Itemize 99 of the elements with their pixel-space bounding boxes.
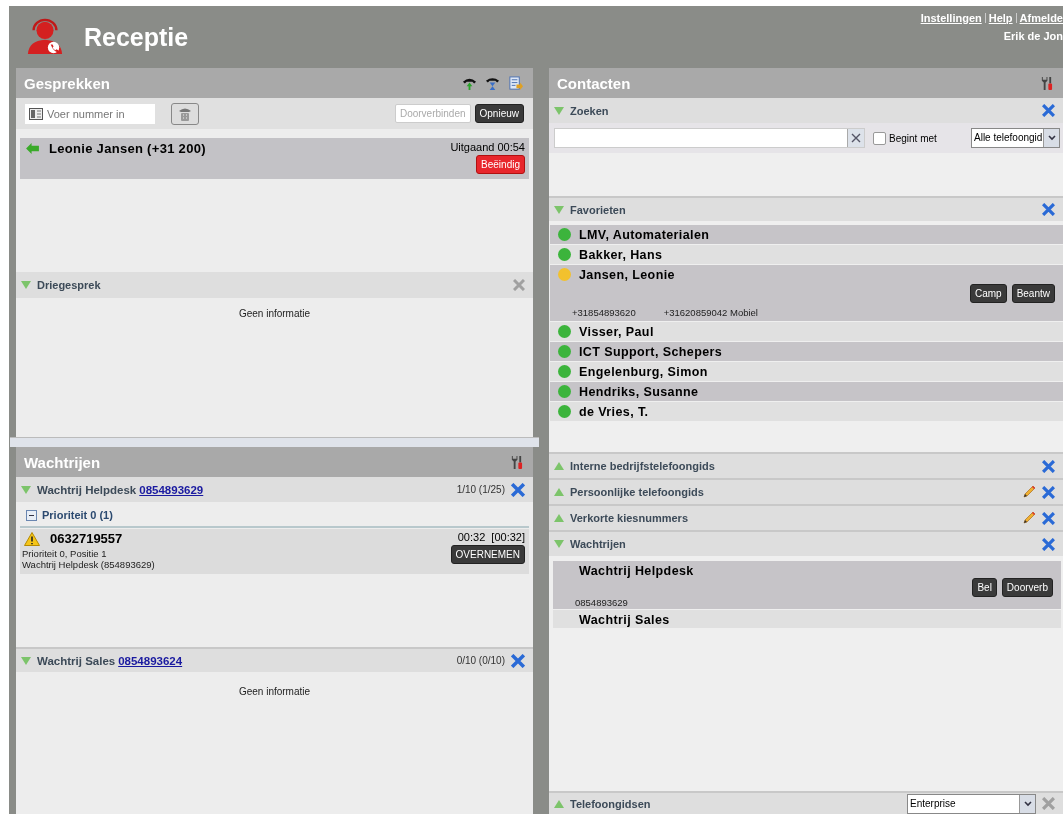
contact-row[interactable]: Jansen, Leonie Camp Beantw +31854893620 +31620859042 Mobiel bbox=[550, 265, 1063, 321]
tools-icon[interactable] bbox=[510, 454, 523, 470]
caller-position: Prioriteit 0, Positie 1 bbox=[22, 548, 108, 559]
section-header[interactable]: Wachtrijen bbox=[549, 530, 1063, 556]
collapse-icon[interactable] bbox=[26, 509, 37, 521]
phone-hourglass-icon[interactable] bbox=[485, 75, 500, 91]
queue-count: 0/10 (0/10) bbox=[456, 655, 505, 666]
contact-name: Hendriks, Susanne bbox=[579, 384, 699, 399]
queue-number-link[interactable]: 0854893624 bbox=[118, 654, 183, 667]
close-icon[interactable] bbox=[1042, 485, 1055, 499]
checkbox[interactable] bbox=[873, 131, 886, 145]
close-icon[interactable] bbox=[511, 482, 525, 497]
contact-row[interactable]: Engelenburg, Simon bbox=[550, 362, 1063, 381]
section-title: Interne bedrijfstelefoongids bbox=[570, 460, 715, 472]
section-header[interactable]: Persoonlijke telefoongids bbox=[549, 478, 1063, 504]
contact-number: +31620859042 Mobiel bbox=[663, 307, 758, 318]
app-title: Receptie bbox=[84, 22, 189, 52]
queue-row[interactable]: Wachtrij Sales bbox=[553, 610, 1061, 628]
contact-name: Engelenburg, Simon bbox=[579, 364, 708, 379]
contact-row[interactable]: LMV, Automaterialen bbox=[550, 225, 1063, 244]
contact-action-button[interactable]: Camp bbox=[969, 284, 1007, 303]
toolbar-button[interactable]: Opnieuw bbox=[474, 104, 524, 123]
caller-number: 0632719557 bbox=[50, 531, 123, 546]
search-field[interactable] bbox=[554, 128, 865, 148]
panel-title: Wachtrijen bbox=[24, 453, 101, 471]
checkbox-label: Begint met bbox=[889, 132, 937, 144]
queue-name: Wachtrij Helpdesk bbox=[578, 564, 695, 578]
contact-name: ICT Support, Schepers bbox=[579, 344, 723, 359]
phonebook-dropdown[interactable]: Alle telefoongid bbox=[971, 128, 1060, 148]
contact-row[interactable]: ICT Support, Schepers bbox=[550, 342, 1063, 361]
splitter-handle[interactable] bbox=[10, 437, 539, 447]
warning-icon bbox=[24, 531, 40, 546]
number-input-field[interactable]: Voer nummer in bbox=[25, 103, 155, 124]
queue-name: Wachtrij Sales bbox=[578, 613, 671, 627]
section-title: Favorieten bbox=[570, 203, 626, 216]
queue-name: Wachtrij Sales bbox=[37, 654, 116, 667]
queue-row[interactable]: Wachtrij Helpdesk Bel Doorverb 0854893629 bbox=[553, 561, 1061, 609]
contact-name: Visser, Paul bbox=[579, 324, 654, 339]
user-name: Erik de Jon bbox=[1003, 30, 1063, 42]
close-icon[interactable] bbox=[1042, 537, 1055, 551]
contact-name: de Vries, T. bbox=[579, 404, 649, 419]
chevron-down-icon bbox=[1023, 800, 1032, 807]
contact-name: Jansen, Leonie bbox=[579, 267, 675, 282]
call-status: Uitgaand 00:54 bbox=[450, 141, 525, 153]
queue-header[interactable]: Wachtrij Sales 0854893624 0/10 (0/10) bbox=[16, 647, 533, 672]
caller-queue: Wachtrij Helpdesk (854893629) bbox=[22, 559, 155, 570]
wait-time: 00:32 [00:32] bbox=[457, 531, 525, 543]
section-title: Telefoongidsen bbox=[570, 797, 651, 810]
caller-name: Leonie Jansen (+31 200) bbox=[49, 141, 206, 156]
contact-row[interactable]: de Vries, T. bbox=[550, 402, 1063, 421]
arrow-left-icon bbox=[26, 143, 39, 154]
queue-number-link[interactable]: 0854893629 bbox=[139, 483, 204, 496]
end-call-button[interactable]: Beëindig bbox=[476, 155, 525, 174]
contact-name: Bakker, Hans bbox=[579, 247, 663, 262]
close-icon[interactable] bbox=[1042, 104, 1055, 117]
section-title: Zoeken bbox=[570, 104, 609, 117]
section-title: Wachtrijen bbox=[570, 538, 626, 550]
queue-count: 1/10 (1/25) bbox=[456, 484, 505, 495]
section-header[interactable]: Telefoongidsen Enterprise bbox=[549, 791, 1063, 814]
panel-title: Contacten bbox=[557, 74, 631, 92]
close-icon[interactable] bbox=[513, 279, 525, 291]
contact-name: LMV, Automaterialen bbox=[579, 227, 710, 242]
close-icon[interactable] bbox=[1042, 797, 1055, 810]
tools-icon[interactable] bbox=[1040, 75, 1053, 91]
close-icon[interactable] bbox=[1042, 459, 1055, 473]
queue-action-button[interactable]: Doorverb bbox=[1001, 578, 1053, 597]
close-icon[interactable] bbox=[1042, 203, 1055, 216]
queue-action-button[interactable]: Bel bbox=[972, 578, 997, 597]
section-title: Driegesprek bbox=[37, 279, 101, 291]
priority-group-label: Prioriteit 0 (1) bbox=[42, 509, 113, 521]
section-header[interactable]: Interne bedrijfstelefoongids bbox=[549, 452, 1063, 478]
clear-icon[interactable] bbox=[851, 133, 861, 143]
chevron-down-icon bbox=[1047, 135, 1056, 141]
phonebook-icon bbox=[29, 107, 43, 120]
contact-row[interactable]: Visser, Paul bbox=[550, 322, 1063, 341]
section-header[interactable]: Driegesprek bbox=[16, 272, 533, 298]
queue-name: Wachtrij Helpdesk bbox=[37, 483, 137, 496]
section-title: Verkorte kiesnummers bbox=[570, 512, 688, 524]
close-icon[interactable] bbox=[1042, 511, 1055, 525]
contact-row[interactable]: Hendriks, Susanne bbox=[550, 382, 1063, 401]
queue-header[interactable]: Wachtrij Helpdesk 0854893629 1/10 (1/25) bbox=[16, 477, 533, 502]
phonebook-dropdown[interactable]: Enterprise bbox=[907, 793, 1036, 814]
receptionist-logo-icon bbox=[26, 18, 64, 56]
dialpad-button[interactable] bbox=[171, 102, 199, 125]
section-title: Persoonlijke telefoongids bbox=[570, 486, 704, 498]
contact-number: +31854893620 bbox=[572, 307, 636, 318]
close-icon[interactable] bbox=[511, 653, 525, 668]
section-header[interactable]: Verkorte kiesnummers bbox=[549, 504, 1063, 530]
pencil-icon[interactable] bbox=[1022, 511, 1036, 525]
contact-action-button[interactable]: Beantw bbox=[1011, 284, 1055, 303]
section-header[interactable]: Zoeken bbox=[549, 98, 1063, 123]
empty-message: Geen informatie bbox=[238, 308, 311, 321]
queue-number: 0854893629 bbox=[574, 597, 629, 608]
empty-message: Geen informatie bbox=[238, 686, 311, 699]
take-over-button[interactable]: OVERNEMEN bbox=[450, 545, 525, 564]
section-header[interactable]: Favorieten bbox=[549, 196, 1063, 221]
pencil-icon[interactable] bbox=[1022, 485, 1036, 499]
contact-row[interactable]: Bakker, Hans bbox=[550, 245, 1063, 264]
panel-title: Gesprekken bbox=[24, 74, 110, 92]
